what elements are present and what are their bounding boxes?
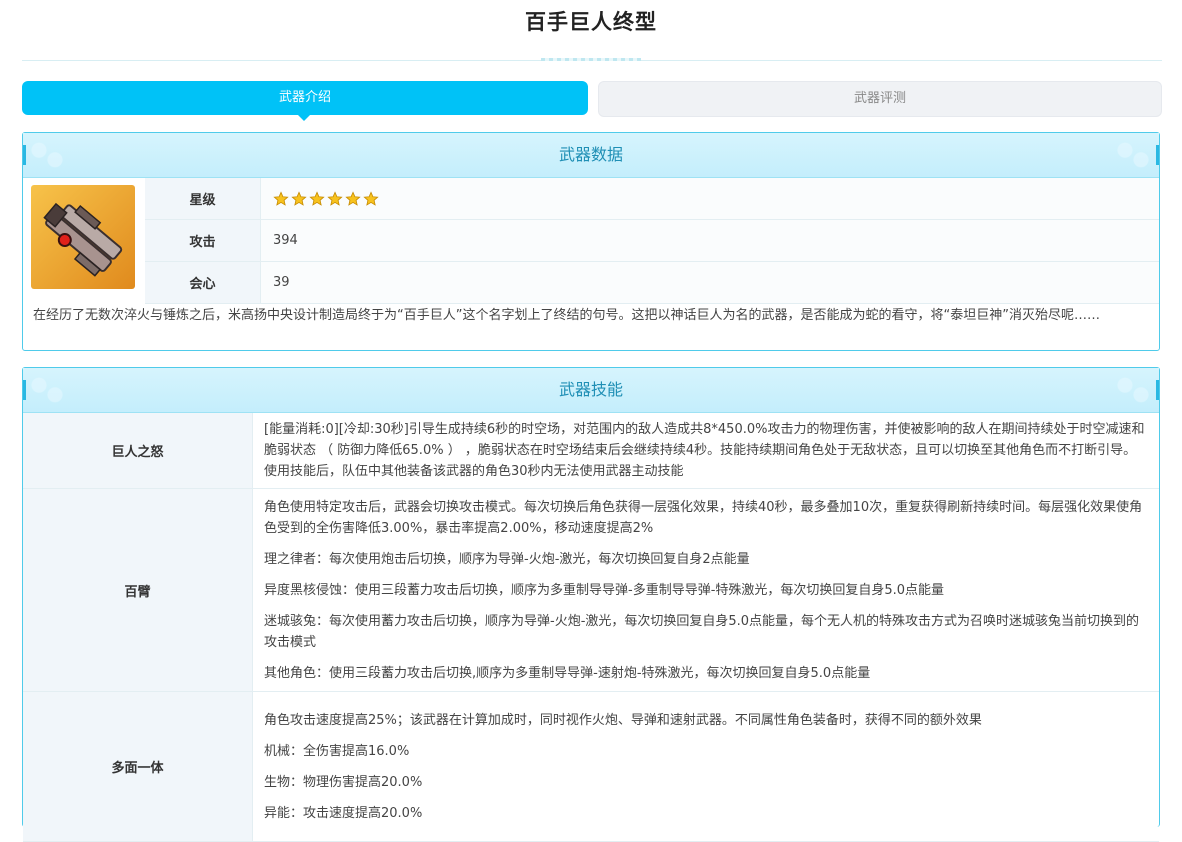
weapon-thumbnail	[31, 185, 135, 289]
skill-paragraph: [能量消耗:0][冷却:30秒]引导生成持续6秒的时空场，对范围内的敌人造成共8…	[264, 422, 1145, 479]
weapon-data-panel: 武器数据 星级 攻击 394 会心 39 在经历了无数次淬火与锤炼之后，米高扬中…	[22, 132, 1160, 351]
stat-value	[260, 178, 1159, 220]
stat-value: 394	[260, 219, 1159, 262]
skill-paragraph: 其他角色：使用三段蓄力攻击后切换,顺序为多重制导导弹-速射炮-特殊激光，每次切换…	[264, 665, 871, 681]
star-icon	[327, 190, 343, 207]
skill-row: 巨人之怒 [能量消耗:0][冷却:30秒]引导生成持续6秒的时空场，对范围内的敌…	[23, 413, 1159, 489]
skill-description: 角色攻击速度提高25%；该武器在计算加成时，同时视作火炮、导弹和速射武器。不同属…	[252, 691, 1159, 842]
skill-paragraph: 迷城骇兔：每次使用蓄力攻击后切换，顺序为导弹-火炮-激光，每次切换回复自身5.0…	[264, 613, 1140, 650]
header-edge-bar	[23, 380, 26, 400]
panel-header: 武器技能	[23, 368, 1159, 413]
tab-label: 武器评测	[853, 91, 906, 106]
stat-row-rarity: 星级	[145, 178, 1159, 220]
panel-heading: 武器技能	[558, 380, 623, 399]
stat-row-crit: 会心 39	[145, 261, 1159, 304]
stat-key: 攻击	[145, 219, 261, 262]
tab-weapon-intro[interactable]: 武器介绍	[22, 81, 588, 121]
header-edge-bar	[1156, 380, 1159, 400]
skill-name: 百臂	[23, 488, 253, 692]
skill-row: 百臂 角色使用特定攻击后，武器会切换攻击模式。每次切换后角色获得一层强化效果，持…	[23, 488, 1159, 692]
skill-paragraph: 机械：全伤害提高16.0%	[264, 743, 410, 759]
hex-decoration	[1113, 374, 1153, 406]
panel-heading: 武器数据	[558, 145, 623, 164]
tab-bar: 武器介绍 武器评测	[22, 81, 1162, 121]
star-icon	[345, 190, 361, 207]
title-divider-accent	[541, 58, 641, 61]
skill-row: 多面一体 角色攻击速度提高25%；该武器在计算加成时，同时视作火炮、导弹和速射武…	[23, 691, 1159, 842]
skill-paragraph: 异度黑核侵蚀：使用三段蓄力攻击后切换，顺序为多重制导导弹-多重制导导弹-特殊激光…	[264, 582, 945, 598]
stat-value: 39	[260, 261, 1159, 304]
skill-paragraph: 生物：物理伤害提高20.0%	[264, 774, 423, 790]
weapon-skills-panel: 武器技能 巨人之怒 [能量消耗:0][冷却:30秒]引导生成持续6秒的时空场，对…	[22, 367, 1160, 842]
hex-decoration	[27, 139, 67, 171]
weapon-description: 在经历了无数次淬火与锤炼之后，米高扬中央设计制造局终于为“百手巨人”这个名字划上…	[33, 308, 1100, 323]
stat-key: 星级	[145, 178, 261, 220]
star-icon	[309, 190, 325, 207]
header-edge-bar	[1156, 145, 1159, 165]
skill-paragraph: 角色使用特定攻击后，武器会切换攻击模式。每次切换后角色获得一层强化效果，持续40…	[264, 499, 1143, 536]
skill-name: 巨人之怒	[23, 413, 253, 489]
weapon-icon	[43, 202, 123, 277]
skill-name: 多面一体	[23, 691, 253, 842]
panel-header: 武器数据	[23, 133, 1159, 178]
star-icon	[363, 190, 379, 207]
tab-active-pointer	[297, 114, 311, 121]
skills-table: 巨人之怒 [能量消耗:0][冷却:30秒]引导生成持续6秒的时空场，对范围内的敌…	[23, 413, 1159, 842]
star-icon	[291, 190, 307, 207]
stat-key: 会心	[145, 261, 261, 304]
skill-description: [能量消耗:0][冷却:30秒]引导生成持续6秒的时空场，对范围内的敌人造成共8…	[252, 413, 1159, 489]
skill-paragraph: 角色攻击速度提高25%；该武器在计算加成时，同时视作火炮、导弹和速射武器。不同属…	[264, 712, 982, 728]
skill-description: 角色使用特定攻击后，武器会切换攻击模式。每次切换后角色获得一层强化效果，持续40…	[252, 488, 1159, 692]
hex-decoration	[27, 374, 67, 406]
tab-label: 武器介绍	[278, 90, 331, 105]
weapon-stats-table: 星级 攻击 394 会心 39	[145, 178, 1159, 304]
stat-row-attack: 攻击 394	[145, 219, 1159, 262]
star-icon	[273, 190, 289, 207]
page-title: 百手巨人终型	[525, 10, 657, 34]
hex-decoration	[1113, 139, 1153, 171]
tab-weapon-review[interactable]: 武器评测	[598, 81, 1162, 117]
star-rating	[273, 190, 379, 207]
header-edge-bar	[23, 145, 26, 165]
skill-paragraph: 异能：攻击速度提高20.0%	[264, 805, 423, 821]
skill-paragraph: 理之律者：每次使用炮击后切换，顺序为导弹-火炮-激光，每次切换回复自身2点能量	[264, 551, 750, 567]
